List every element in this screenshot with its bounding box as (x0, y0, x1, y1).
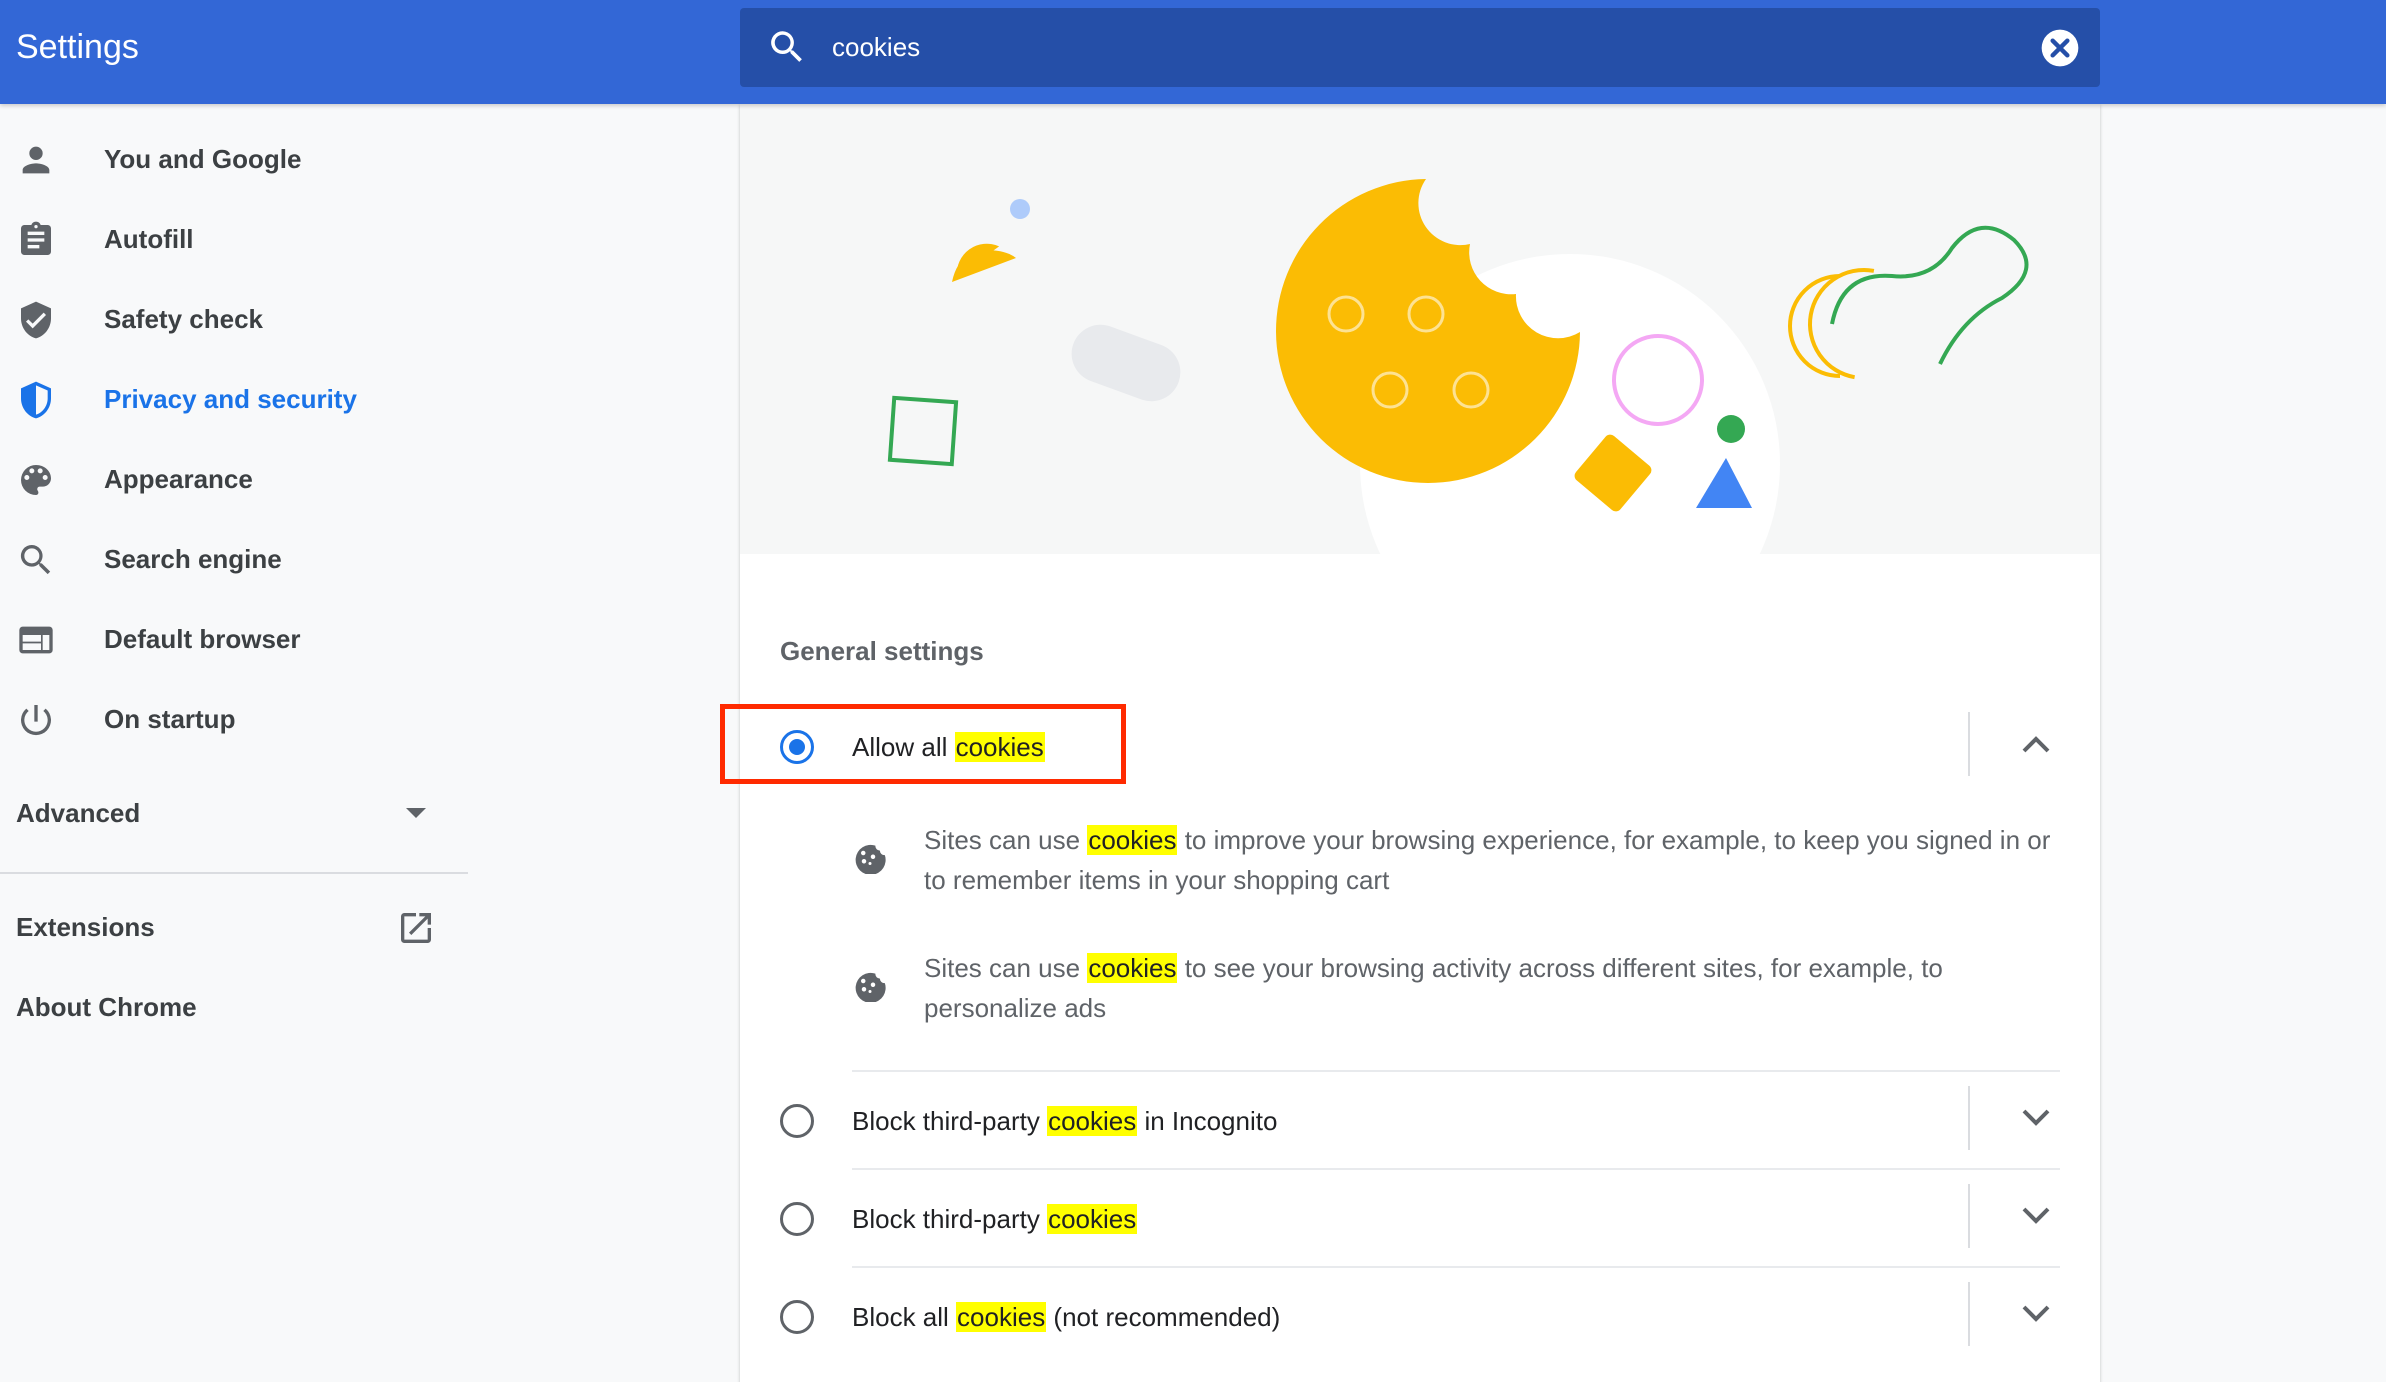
radio-button[interactable] (780, 1202, 814, 1236)
sidebar-item-autofill[interactable]: Autofill (0, 200, 470, 280)
sidebar-item-extensions[interactable]: Extensions (0, 888, 440, 968)
top-bar: Settings (0, 0, 2386, 104)
sidebar-item-label: You and Google (104, 144, 302, 174)
vertical-separator (1968, 1086, 1970, 1150)
sidebar-item-label: Extensions (16, 912, 155, 942)
sidebar-item-appearance[interactable]: Appearance (0, 440, 470, 520)
browser-icon (19, 626, 53, 654)
advanced-label: Advanced (16, 798, 141, 828)
sidebar-item-label: Search engine (104, 544, 282, 574)
sidebar-item-on-startup[interactable]: On startup (0, 680, 470, 760)
sidebar-item-about-chrome[interactable]: About Chrome (0, 968, 440, 1048)
sidebar-item-label: Default browser (104, 624, 301, 654)
settings-card: General settings Allow all cookies Sites… (740, 104, 2100, 1382)
caret-down-icon (406, 808, 426, 818)
option-allow-all-cookies[interactable]: Allow all cookies (740, 698, 2100, 794)
cookie-icon (855, 972, 886, 1002)
clipboard-icon (21, 221, 51, 255)
description-text: Sites can use cookies to see your browsi… (924, 953, 1943, 1023)
vertical-separator (1968, 1184, 1970, 1248)
vertical-separator (1968, 1282, 1970, 1346)
radio-button[interactable] (780, 1104, 814, 1138)
search-icon (771, 31, 802, 62)
chevron-down-icon[interactable] (2022, 1206, 2050, 1226)
radio-button-selected[interactable] (780, 730, 814, 764)
sidebar-item-label: Autofill (104, 224, 194, 254)
power-icon (21, 705, 51, 736)
option-label: Block third-party cookies in Incognito (852, 1106, 1278, 1136)
sidebar-item-label: Safety check (104, 304, 263, 334)
sidebar-item-label: Privacy and security (104, 384, 357, 414)
person-icon (22, 146, 50, 174)
search-input[interactable] (832, 26, 1952, 68)
shield-check-icon (21, 301, 51, 339)
close-circle-icon[interactable] (2038, 26, 2082, 70)
option-block-all-cookies[interactable]: Block all cookies (not recommended) (740, 1268, 2100, 1364)
vertical-separator (1968, 712, 1970, 776)
sidebar-item-you-and-google[interactable]: You and Google (0, 120, 470, 200)
cookie-illustration (740, 104, 2100, 554)
chevron-down-icon[interactable] (2022, 1304, 2050, 1324)
advanced-toggle[interactable]: Advanced (0, 774, 440, 854)
cookie-icon (855, 844, 886, 874)
option-label: Block third-party cookies (852, 1204, 1138, 1234)
palette-icon (21, 465, 51, 495)
app-title: Settings (16, 28, 139, 66)
shield-icon (21, 381, 51, 419)
sidebar-item-privacy-and-security[interactable]: Privacy and security (0, 360, 470, 440)
option-label: Allow all cookies (852, 732, 1045, 762)
section-title: General settings (780, 636, 984, 666)
sidebar-item-label: Appearance (104, 464, 253, 494)
sidebar-divider (0, 872, 468, 874)
option-block-third-party[interactable]: Block third-party cookies (740, 1170, 2100, 1266)
sidebar-item-label: On startup (104, 704, 236, 734)
sidebar-item-default-browser[interactable]: Default browser (0, 600, 470, 680)
chevron-down-icon[interactable] (2022, 1108, 2050, 1128)
search-icon (20, 545, 51, 575)
search-box[interactable] (740, 8, 2100, 87)
radio-button[interactable] (780, 1300, 814, 1334)
sidebar-item-safety-check[interactable]: Safety check (0, 280, 470, 360)
sidebar-item-label: About Chrome (16, 992, 197, 1022)
option-label: Block all cookies (not recommended) (852, 1302, 1281, 1332)
sidebar-item-search-engine[interactable]: Search engine (0, 520, 470, 600)
open-in-new-icon (401, 913, 431, 943)
chevron-up-icon[interactable] (2022, 734, 2050, 754)
cookie-illustration-art (887, 179, 2029, 554)
sidebar: You and Google Autofill Safety check Pri… (0, 104, 470, 1382)
option-block-third-party-incognito[interactable]: Block third-party cookies in Incognito (740, 1072, 2100, 1168)
description-text: Sites can use cookies to improve your br… (924, 825, 2051, 895)
